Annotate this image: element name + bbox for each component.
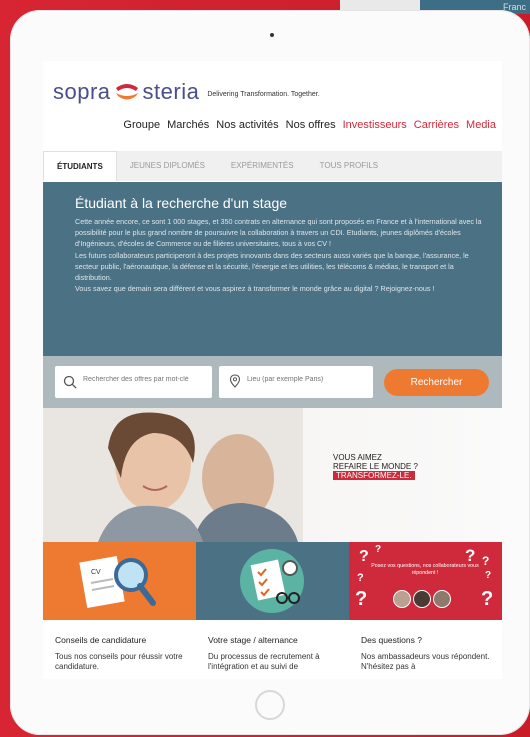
tab-etudiants[interactable]: ÉTUDIANTS	[43, 151, 117, 181]
tagline: Delivering Transformation. Together.	[207, 90, 320, 98]
hero-body: Cette année encore, ce sont 1 000 stages…	[75, 216, 485, 294]
campaign-banner: VOUS AIMEZ REFAIRE LE MONDE ? TRANSFORME…	[333, 453, 418, 480]
cv-magnifier-icon: CV	[79, 556, 156, 608]
info-cards: CV Conseils de candidature Tous nos cons…	[43, 542, 502, 679]
nav-item-investisseurs[interactable]: Investisseurs	[343, 119, 407, 131]
question-mark-icon: ?	[359, 548, 369, 565]
keyword-search-input[interactable]	[81, 375, 215, 384]
camera-dot	[270, 33, 274, 37]
main-nav: Groupe Marchés Nos activités Nos offres …	[123, 119, 496, 131]
tab-tous-profils[interactable]: TOUS PROFILS	[307, 151, 392, 181]
svg-text:CV: CV	[91, 569, 101, 576]
logo-text-right: steria	[142, 79, 200, 104]
hero-photo: VOUS AIMEZ REFAIRE LE MONDE ? TRANSFORME…	[43, 408, 502, 542]
question-mark-icon: ?	[357, 572, 364, 584]
ambassador-avatar	[413, 590, 431, 608]
question-mark-icon: ?	[355, 588, 368, 610]
sopra-steria-logo[interactable]: sopra steria Delivering Transformation. …	[53, 79, 320, 105]
question-mark-icon: ?	[482, 554, 490, 568]
search-button[interactable]: Rechercher	[384, 369, 489, 396]
nav-item-activites[interactable]: Nos activités	[216, 119, 278, 131]
ambassador-avatar	[393, 590, 411, 608]
banner-line: VOUS AIMEZ	[333, 453, 382, 462]
question-mark-icon: ?	[485, 570, 492, 581]
people-photo-illustration	[43, 408, 303, 542]
banner-highlight: TRANSFORMEZ-LE.	[333, 471, 415, 480]
nav-item-carrieres[interactable]: Carrières	[414, 119, 459, 131]
banner-line: REFAIRE LE MONDE ?	[333, 462, 418, 471]
nav-item-groupe[interactable]: Groupe	[123, 119, 160, 131]
hero-paragraph: Les futurs collaborateurs participeront …	[75, 250, 469, 283]
logo-mark-icon	[115, 84, 138, 100]
hero-section: Étudiant à la recherche d'un stage Cette…	[43, 182, 502, 356]
card-title: Votre stage / alternance	[208, 635, 298, 645]
question-mark-icon: ?	[375, 544, 382, 555]
card-image: ? ? ? ? ? ? ? ? Posez vos questions, nos…	[349, 542, 502, 620]
card-title: Conseils de candidature	[55, 635, 147, 645]
hero-paragraph: Vous savez que demain sera différent et …	[75, 284, 435, 294]
question-mark-icon: ?	[481, 588, 494, 610]
tab-experimentes[interactable]: EXPÉRIMENTÉS	[218, 151, 307, 181]
location-search-input[interactable]	[245, 375, 379, 384]
card-description: Du processus de recrutement à l'intégrat…	[208, 652, 320, 671]
tablet-screen: sopra steria Delivering Transformation. …	[43, 61, 502, 679]
card-conseils[interactable]: CV Conseils de candidature Tous nos cons…	[43, 542, 196, 679]
card-title: Des questions ?	[361, 635, 422, 645]
keyword-search-box[interactable]	[55, 366, 215, 398]
nav-item-media[interactable]: Media	[466, 119, 496, 131]
card-description: Tous nos conseils pour réussir votre can…	[55, 652, 183, 671]
hero-title: Étudiant à la recherche d'un stage	[75, 195, 288, 211]
card-questions[interactable]: ? ? ? ? ? ? ? ? Posez vos questions, nos…	[349, 542, 502, 679]
location-search-box[interactable]	[219, 366, 379, 398]
location-pin-icon	[229, 374, 241, 388]
profile-tabs: ÉTUDIANTS JEUNES DIPLOMÉS EXPÉRIMENTÉS T…	[43, 151, 502, 181]
ambassador-avatar	[433, 590, 451, 608]
nav-item-marches[interactable]: Marchés	[167, 119, 209, 131]
site-header: sopra steria Delivering Transformation. …	[43, 61, 502, 149]
tab-jeunes-diplomes[interactable]: JEUNES DIPLOMÉS	[117, 151, 218, 181]
search-icon	[63, 375, 77, 389]
card-image	[196, 542, 349, 620]
search-bar: Rechercher	[43, 356, 502, 408]
home-button[interactable]	[255, 690, 285, 720]
card-image: CV	[43, 542, 196, 620]
nav-item-offres[interactable]: Nos offres	[286, 119, 336, 131]
logo-text-left: sopra	[53, 79, 111, 104]
card-description: Nos ambassadeurs vous répondent. N'hésit…	[361, 652, 490, 671]
questions-overlay-text: Posez vos questions, nos collaborateurs …	[371, 563, 479, 576]
checklist-icon	[240, 549, 304, 613]
card-stage[interactable]: Votre stage / alternance Du processus de…	[196, 542, 349, 679]
